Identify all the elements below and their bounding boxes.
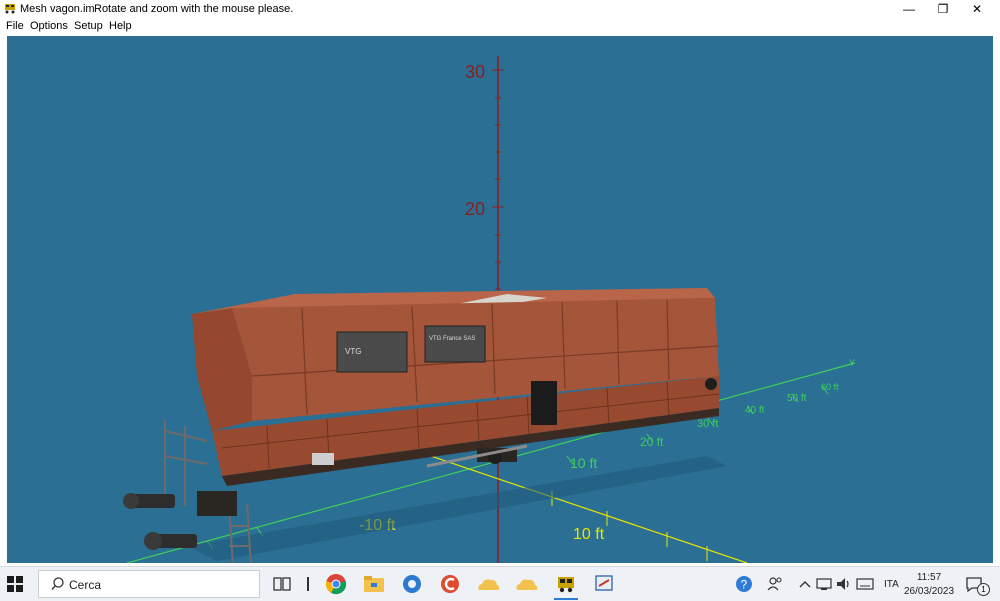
wagon-plate-text: VTG France SAS (429, 336, 475, 342)
y-axis-label: 20 ft (640, 435, 664, 449)
app-icon (5, 4, 15, 14)
wagon-bogie (197, 491, 237, 516)
wagon-info-plate (424, 325, 486, 363)
y-axis-label: 60 ft (821, 382, 839, 392)
widgets-icon[interactable] (296, 572, 320, 596)
keyboard-icon[interactable] (853, 572, 877, 596)
onedrive-icon[interactable] (514, 572, 538, 596)
y-axis-label: 30 ft (697, 418, 718, 430)
wagon-buffer-plate (144, 532, 162, 550)
3d-viewport[interactable]: 30 20 Y 10 ft 20 ft 30 ft 40 ft 50 ft 60… (7, 36, 993, 563)
chrome-icon[interactable] (324, 572, 348, 596)
title-bar: Mesh vagon.im Rotate and zoom with the m… (0, 0, 1000, 18)
help-icon[interactable]: ? (732, 572, 756, 596)
svg-text:?: ? (741, 578, 748, 592)
vertical-axis-label: 20 (465, 199, 485, 219)
notification-icon[interactable]: 1 (962, 572, 990, 596)
menu-file[interactable]: File (6, 20, 24, 32)
y-axis-label: 10 ft (570, 455, 597, 471)
wagon-plate-text: VTG (345, 347, 361, 356)
search-input: Cerca (69, 578, 102, 592)
file-explorer-icon[interactable] (362, 572, 386, 596)
onedrive-icon[interactable] (476, 572, 500, 596)
ccleaner-icon[interactable] (438, 572, 462, 596)
menu-options[interactable]: Options (30, 20, 68, 32)
x-axis-label: 10 ft (573, 526, 605, 543)
y-axis-name: Y (849, 358, 855, 368)
wagon-wheel (705, 378, 717, 390)
clock-date[interactable]: 26/03/2023 (904, 586, 954, 597)
menu-setup[interactable]: Setup (74, 20, 103, 32)
clock-time[interactable]: 11:57 (904, 572, 954, 583)
task-view-icon[interactable] (270, 572, 294, 596)
taskbar-search-box[interactable]: Cerca (38, 570, 260, 598)
wagon-hatch (531, 381, 557, 425)
train-app-icon[interactable] (554, 572, 578, 600)
taskbar: Cerca ? ITA 11:57 26/03/2023 1 (0, 566, 1000, 601)
language-indicator[interactable]: ITA (884, 579, 899, 590)
windows-start-icon[interactable] (6, 575, 24, 593)
wagon-label (312, 453, 334, 465)
menu-help[interactable]: Help (109, 20, 132, 32)
search-icon (51, 577, 64, 590)
notification-count: 1 (977, 583, 990, 596)
window-title: Mesh vagon.im (20, 3, 95, 15)
wagon-buffer-plate (123, 493, 139, 509)
people-icon[interactable] (763, 572, 787, 596)
settings-app-icon[interactable] (592, 572, 616, 596)
photos-icon[interactable] (400, 572, 424, 596)
vertical-axis-label: 30 (465, 62, 485, 82)
menu-bar: File Options Setup Help (0, 18, 1000, 34)
scene-canvas[interactable]: 30 20 Y 10 ft 20 ft 30 ft 40 ft 50 ft 60… (7, 36, 993, 563)
window-hint: Rotate and zoom with the mouse please. (94, 3, 294, 15)
close-button[interactable]: ✕ (954, 0, 1000, 18)
y-axis-label: 50 ft (787, 393, 807, 404)
y-axis-label: 40 ft (745, 405, 765, 416)
